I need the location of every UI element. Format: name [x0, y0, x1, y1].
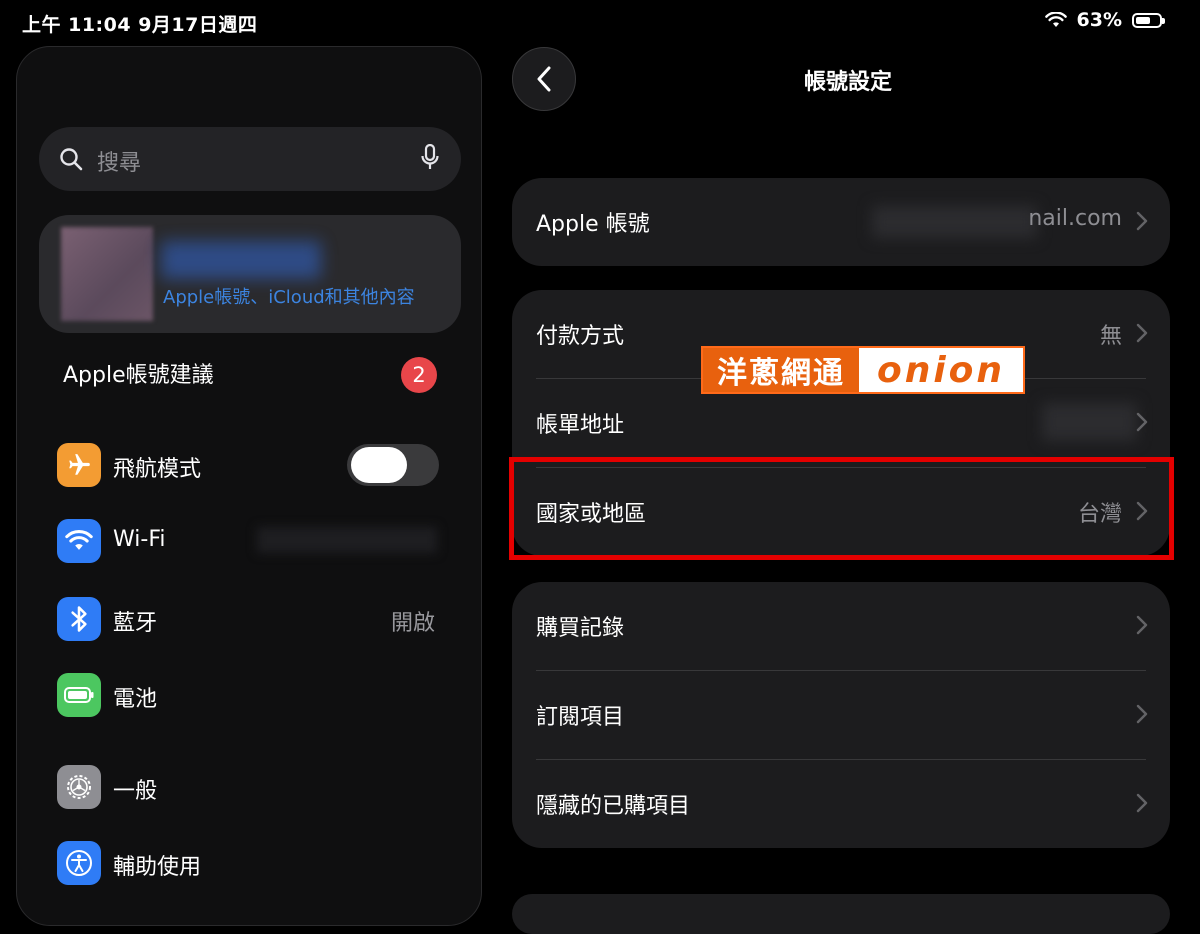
accessibility-icon [57, 841, 101, 885]
airplane-icon [57, 443, 101, 487]
battery-icon [57, 673, 101, 717]
watermark-logo: 洋蔥網通 onion [701, 346, 1025, 394]
payment-method-value: 無 [1099, 324, 1122, 349]
watermark-english: onion [859, 348, 1023, 392]
status-right: 63% [1044, 9, 1165, 31]
gear-icon [57, 765, 101, 809]
apple-account-email: nail.com [1028, 206, 1122, 231]
battery-percent: 63% [1076, 9, 1122, 31]
search-placeholder: 搜尋 [97, 151, 142, 176]
sidebar-item-label: 電池 [113, 687, 158, 712]
row-label: 隱藏的已購項目 [536, 794, 691, 819]
sidebar-item-accessibility[interactable]: 輔助使用 [57, 841, 457, 885]
sidebar-item-wifi[interactable]: Wi-Fi [57, 519, 457, 563]
purchase-history-row[interactable]: 購買記錄 [512, 582, 1170, 670]
apple-account-card[interactable]: Apple帳號、iCloud和其他內容 [39, 215, 461, 333]
billing-address-redacted [1042, 403, 1137, 441]
back-button[interactable] [512, 47, 576, 111]
page-title: 帳號設定 [803, 70, 892, 95]
microphone-icon[interactable] [421, 144, 439, 172]
account-name-redacted [161, 241, 321, 279]
sidebar-item-label: 藍牙 [113, 611, 158, 636]
sidebar-item-label: Wi-Fi [113, 527, 166, 552]
wifi-icon [57, 519, 101, 563]
chevron-right-icon [1136, 793, 1148, 813]
chevron-right-icon [1136, 615, 1148, 635]
sidebar-item-label: 一般 [113, 779, 158, 804]
status-time: 上午 11:04 9月17日週四 [22, 14, 258, 36]
suggestions-badge: 2 [401, 357, 437, 393]
email-redacted [872, 206, 1037, 238]
bluetooth-status: 開啟 [390, 611, 435, 636]
account-group: Apple 帳號 nail.com [512, 178, 1170, 266]
row-label: Apple 帳號 [536, 212, 650, 237]
row-label: 訂閱項目 [536, 705, 625, 730]
subscriptions-row[interactable]: 訂閱項目 [512, 671, 1170, 759]
settings-sidebar: 搜尋 Apple帳號、iCloud和其他內容 Apple帳號建議 2 飛航模式 … [16, 46, 482, 926]
chevron-right-icon [1136, 412, 1148, 432]
chevron-left-icon [537, 66, 551, 92]
sidebar-item-label: 輔助使用 [113, 855, 202, 880]
hidden-purchases-row[interactable]: 隱藏的已購項目 [512, 760, 1170, 848]
status-bar: 上午 11:04 9月17日週四 63% [0, 0, 1200, 44]
apple-account-row[interactable]: Apple 帳號 nail.com [512, 178, 1170, 266]
row-label: 付款方式 [536, 324, 625, 349]
avatar [61, 227, 153, 321]
search-icon [60, 148, 83, 171]
next-group-partial [512, 894, 1170, 934]
chevron-right-icon [1136, 323, 1148, 343]
row-label: 帳單地址 [536, 413, 625, 438]
bluetooth-icon [57, 597, 101, 641]
sidebar-item-general[interactable]: 一般 [57, 765, 457, 809]
account-subtitle: Apple帳號、iCloud和其他內容 [163, 287, 415, 308]
account-suggestions-label[interactable]: Apple帳號建議 [63, 357, 214, 389]
toggle-knob [351, 447, 407, 483]
airplane-mode-toggle[interactable] [347, 444, 439, 486]
search-input[interactable]: 搜尋 [39, 127, 461, 191]
sidebar-item-airplane-mode[interactable]: 飛航模式 [57, 443, 457, 487]
sidebar-item-label: 飛航模式 [113, 457, 202, 482]
chevron-right-icon [1136, 704, 1148, 724]
sidebar-item-bluetooth[interactable]: 藍牙 開啟 [57, 597, 457, 641]
purchases-group: 購買記錄 訂閱項目 隱藏的已購項目 [512, 582, 1170, 848]
watermark-chinese: 洋蔥網通 [703, 348, 859, 392]
row-label: 購買記錄 [536, 616, 625, 641]
sidebar-item-battery[interactable]: 電池 [57, 673, 457, 717]
wifi-network-redacted [257, 527, 437, 553]
wifi-status-icon [1044, 12, 1067, 27]
chevron-right-icon [1136, 211, 1148, 231]
highlight-box [509, 457, 1174, 560]
battery-status-icon [1132, 12, 1165, 28]
